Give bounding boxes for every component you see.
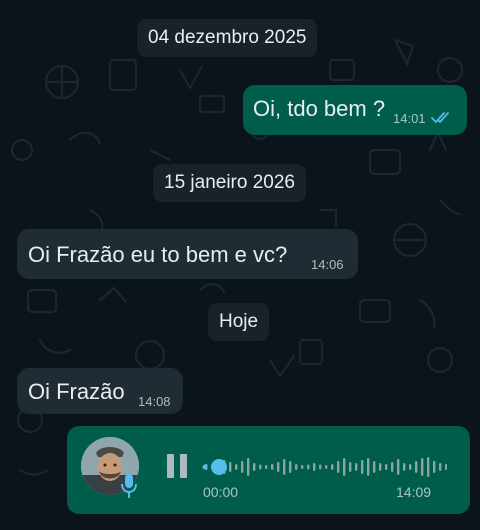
- waveform-bar: [427, 457, 430, 477]
- waveform-bar: [319, 464, 322, 470]
- pause-bar-left: [167, 454, 174, 478]
- waveform-bar: [325, 465, 328, 469]
- waveform-bar: [253, 463, 256, 471]
- waveform-bar: [259, 464, 262, 470]
- double-check-icon: [431, 112, 449, 123]
- waveform-bar: [433, 461, 436, 473]
- waveform-bar: [445, 464, 447, 470]
- waveform-bar: [349, 462, 352, 472]
- waveform-bar: [247, 458, 250, 476]
- pause-bar-right: [180, 454, 187, 478]
- waveform-bar: [421, 458, 424, 476]
- date-separator: 04 dezembro 2025: [137, 19, 318, 57]
- waveform-bar: [391, 462, 394, 472]
- waveform-bar: [337, 461, 340, 473]
- waveform-played-marker: [202, 464, 208, 470]
- message-text: Oi Frazão: [28, 379, 125, 404]
- waveform-bar: [385, 464, 388, 470]
- voice-message-bubble[interactable]: 00:00 14:09: [67, 426, 470, 514]
- waveform-bar: [265, 465, 268, 469]
- voice-elapsed-time: 00:00: [203, 484, 239, 500]
- waveform-bar: [367, 458, 370, 476]
- message-time: 14:08: [138, 394, 171, 409]
- waveform-bar: [295, 464, 298, 470]
- waveform-bar: [271, 464, 274, 470]
- message-time: 14:09: [396, 484, 432, 500]
- waveform-bar: [373, 461, 376, 473]
- date-separator: 15 janeiro 2026: [153, 164, 306, 202]
- message-bubble-incoming[interactable]: Oi Frazão eu to bem e vc? 14:06: [17, 229, 358, 279]
- pause-icon[interactable]: [165, 454, 191, 480]
- date-separator: Hoje: [208, 303, 270, 341]
- waveform-bar: [361, 460, 364, 474]
- waveform-bar: [397, 459, 400, 475]
- waveform-bar: [229, 462, 232, 472]
- waveform-bar: [313, 463, 316, 471]
- message-time: 14:06: [311, 257, 344, 272]
- message-time: 14:01: [393, 111, 426, 126]
- waveform-bar: [439, 463, 442, 471]
- message-bubble-outgoing[interactable]: Oi, tdo bem ? 14:01: [243, 85, 467, 135]
- waveform-bar: [277, 462, 280, 472]
- waveform-bar: [283, 459, 286, 475]
- waveform-bar: [403, 463, 406, 471]
- waveform-bar: [343, 458, 346, 476]
- waveform-bar: [331, 464, 334, 470]
- waveform-bar: [307, 464, 310, 470]
- waveform-bar: [235, 464, 238, 470]
- playback-thumb[interactable]: [211, 459, 227, 475]
- message-text: Oi, tdo bem ?: [253, 96, 386, 121]
- message-text: Oi Frazão eu to bem e vc?: [28, 242, 288, 267]
- waveform-bar: [241, 461, 244, 473]
- microphone-icon: [121, 474, 137, 498]
- waveform-bar: [409, 464, 412, 470]
- message-bubble-incoming[interactable]: Oi Frazão 14:08: [17, 368, 183, 414]
- waveform-bar: [301, 465, 304, 469]
- waveform-bar: [415, 461, 418, 473]
- waveform-bar: [379, 463, 382, 471]
- waveform-bar: [355, 463, 358, 471]
- voice-waveform[interactable]: [201, 453, 447, 481]
- waveform-bar: [289, 461, 292, 473]
